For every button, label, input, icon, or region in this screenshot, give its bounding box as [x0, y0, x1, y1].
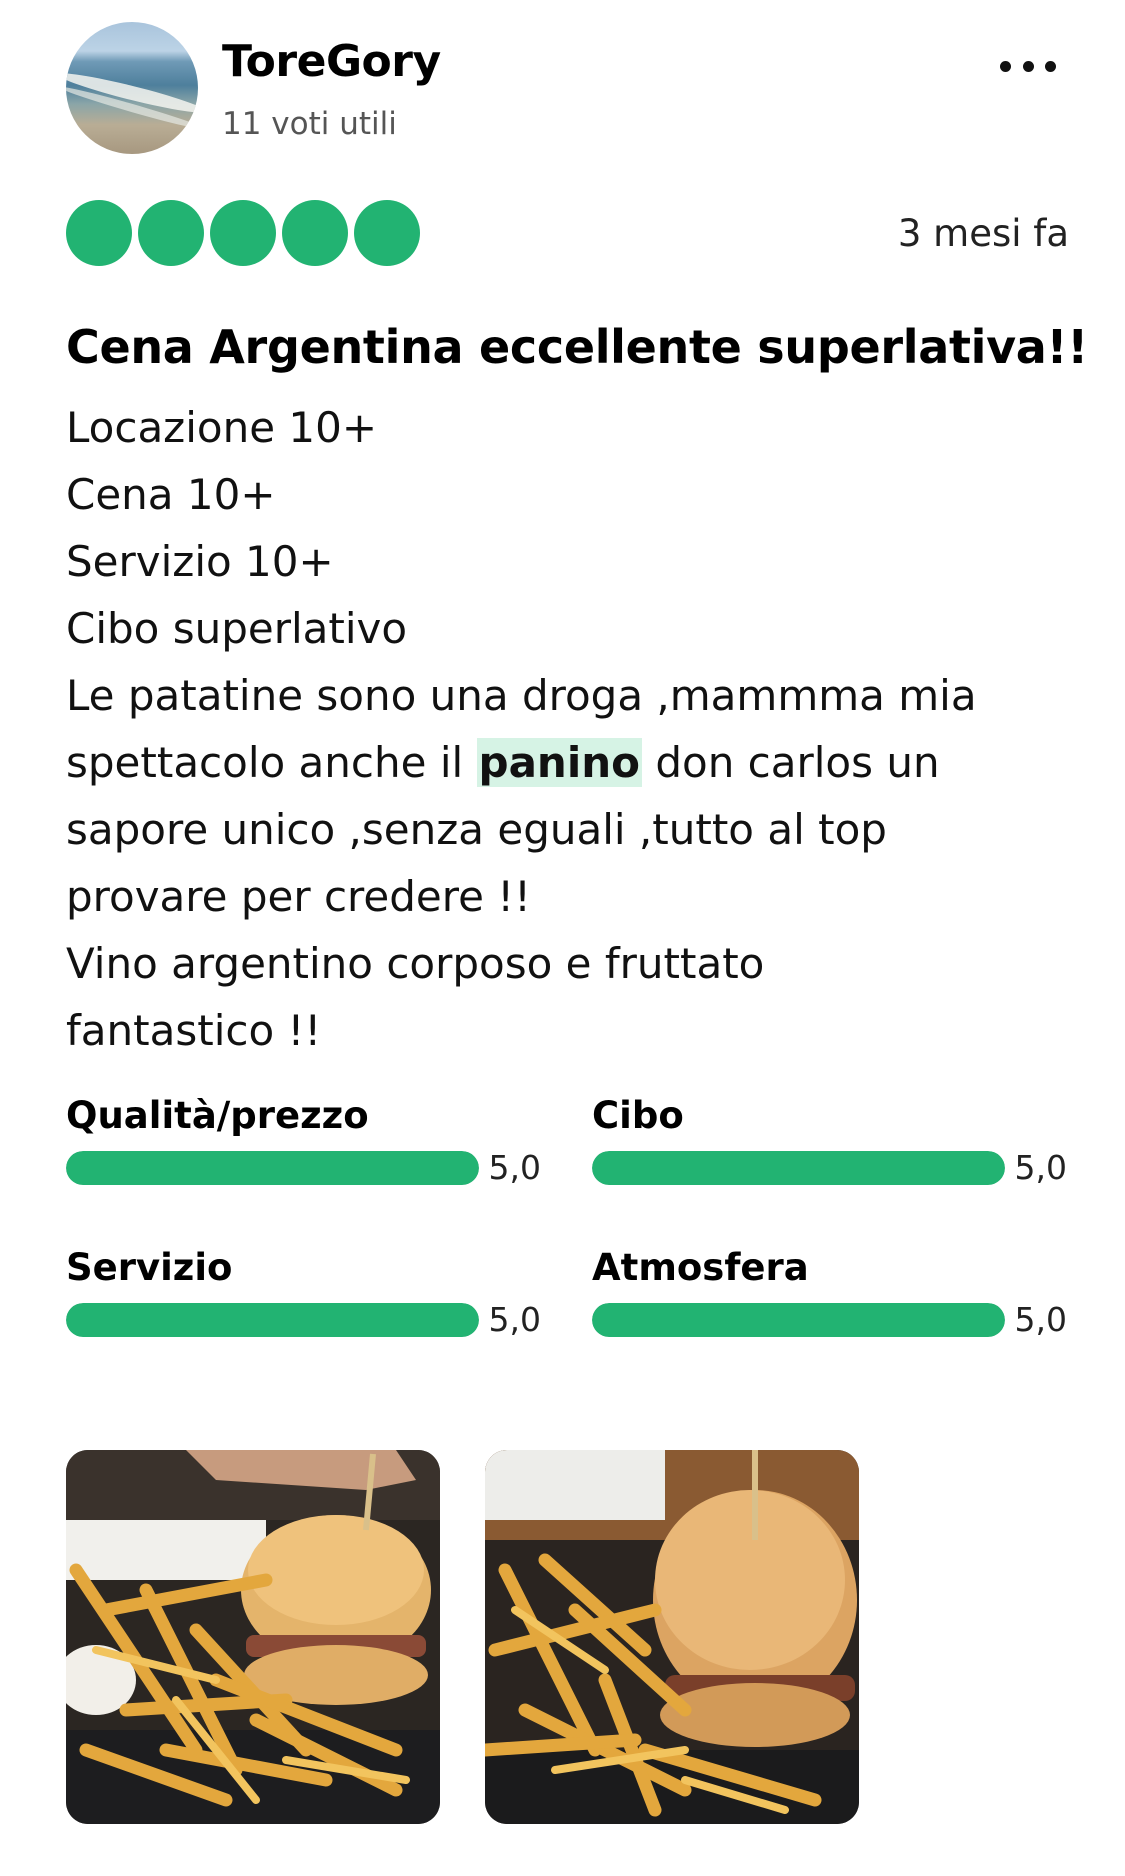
photo-image [66, 1450, 440, 1824]
rating-bubbles [66, 200, 420, 266]
body-line: Le patatine sono una droga ,mammma mia [66, 671, 977, 720]
body-line: provare per credere !! [66, 872, 531, 921]
subrating-label: Qualità/prezzo [66, 1094, 369, 1137]
review-photo-burger-fries-2[interactable] [485, 1450, 859, 1824]
subrating-service: Servizio 5,0 [66, 1246, 541, 1339]
subrating-bar-fill [66, 1150, 479, 1185]
review-date: 3 mesi fa [897, 212, 1069, 255]
body-line: Locazione 10+ [66, 403, 378, 452]
subrating-value: Qualità/prezzo 5,0 [66, 1094, 541, 1187]
avatar[interactable] [66, 22, 198, 154]
body-text-segment: don carlos un [641, 738, 940, 787]
more-options-icon [1022, 60, 1034, 72]
subrating-bar-fill [592, 1150, 1005, 1185]
body-line: Cena 10+ [66, 470, 276, 519]
helpful-votes: 11 voti utili [222, 106, 397, 142]
subrating-bar [592, 1150, 1005, 1185]
subrating-bar-fill [66, 1302, 479, 1337]
rating-bubble-icon [282, 200, 348, 266]
more-options-icon [1000, 60, 1011, 72]
body-line: sapore unico ,senza eguali ,tutto al top [66, 805, 887, 854]
body-text-segment: spettacolo anche il [66, 738, 477, 787]
subrating-label: Cibo [592, 1094, 684, 1137]
subrating-bar [66, 1302, 479, 1337]
subrating-score: 5,0 [488, 1148, 541, 1187]
photo-image [485, 1450, 859, 1824]
subrating-score: 5,0 [488, 1300, 541, 1339]
body-line: Vino argentino corposo e fruttato [66, 939, 765, 988]
body-line: fantastico !! [66, 1006, 322, 1055]
subrating-food: Cibo 5,0 [592, 1094, 1067, 1187]
subrating-bar [66, 1150, 479, 1185]
rating-bubble-icon [66, 200, 132, 266]
subrating-score: 5,0 [1014, 1148, 1067, 1187]
subrating-label: Atmosfera [592, 1246, 809, 1289]
subrating-atmosphere: Atmosfera 5,0 [592, 1246, 1067, 1339]
subrating-bar-fill [592, 1302, 1005, 1337]
body-line: Servizio 10+ [66, 537, 334, 586]
body-line: spettacolo anche il panino don carlos un [66, 729, 1076, 796]
subrating-bar [592, 1302, 1005, 1337]
highlighted-keyword: panino [476, 738, 642, 787]
author-name[interactable]: ToreGory [222, 36, 441, 87]
subrating-score: 5,0 [1014, 1300, 1067, 1339]
review-body: Locazione 10+ Cena 10+ Servizio 10+ Cibo… [66, 394, 1076, 1064]
rating-bubble-icon [354, 200, 420, 266]
review-photo-burger-fries-1[interactable] [66, 1450, 440, 1824]
rating-bubble-icon [138, 200, 204, 266]
rating-bubble-icon [210, 200, 276, 266]
subrating-label: Servizio [66, 1246, 233, 1289]
review-title: Cena Argentina eccellente superlativa!! [66, 320, 1088, 374]
more-options-icon [1045, 60, 1056, 72]
body-line: Cibo superlativo [66, 604, 408, 653]
more-options-button[interactable] [1000, 46, 1056, 86]
